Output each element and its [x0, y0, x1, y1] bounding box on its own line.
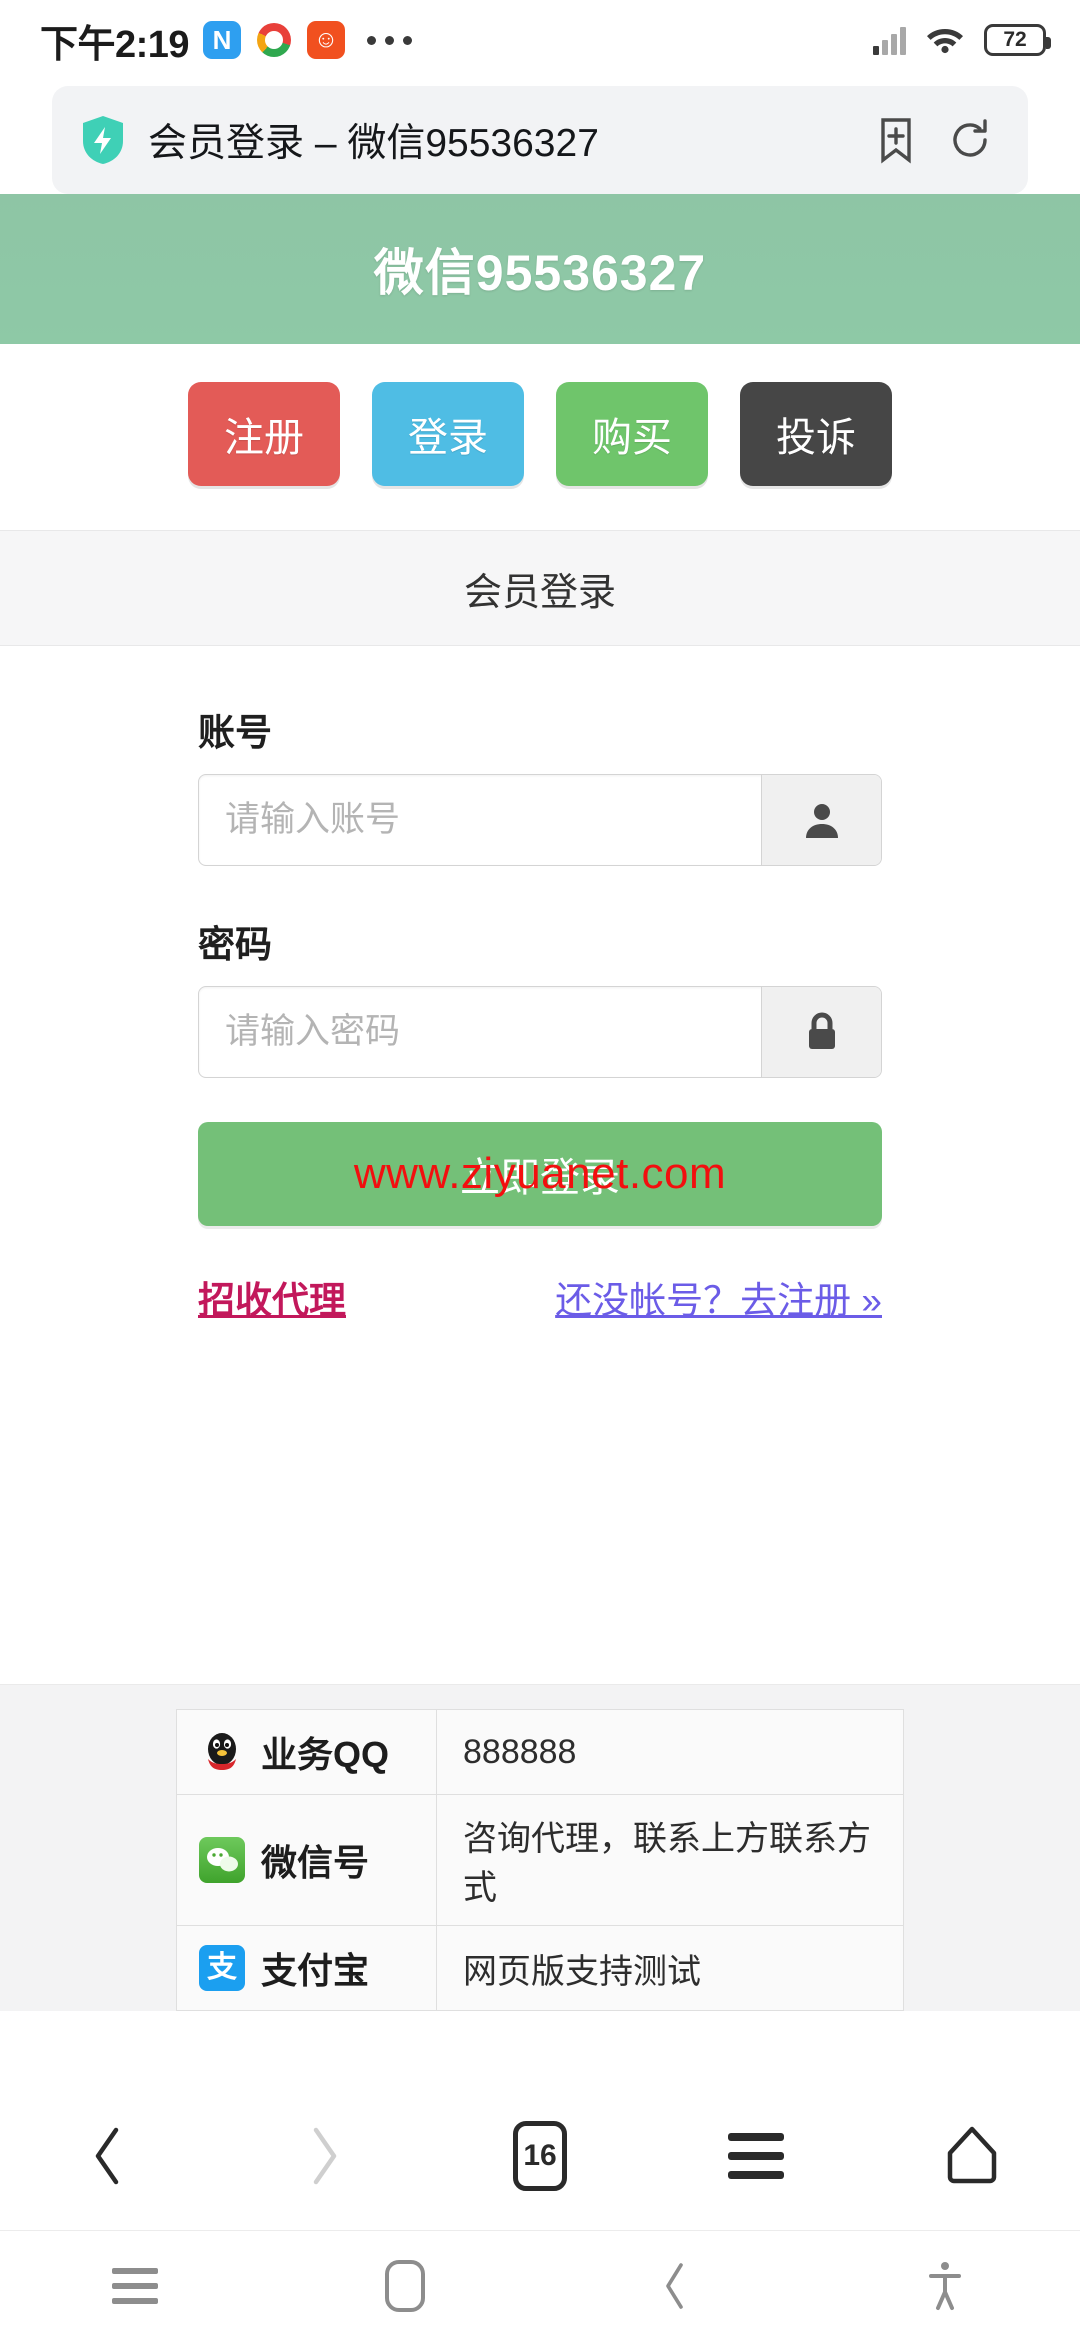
wifi-icon: [924, 22, 966, 59]
alipay-icon: 支: [199, 1945, 245, 1991]
nav-button-row: 注册 登录 购买 投诉: [0, 344, 1080, 530]
system-navigation-bar: [0, 2230, 1080, 2340]
password-label: 密码: [198, 924, 272, 965]
form-links: 招收代理 还没帐号？去注册 »: [198, 1270, 882, 1324]
contact-table: 业务QQ 888888 微信号 咨询代理，联系上方联系方式 支 支付宝 网页版支…: [176, 1709, 904, 2011]
password-input-group[interactable]: [198, 986, 882, 1078]
home-square-icon: [385, 2259, 425, 2312]
contact-value-cell: 888888: [436, 1709, 904, 1795]
table-row: 微信号 咨询代理，联系上方联系方式: [176, 1794, 904, 1926]
battery-icon: 72: [984, 24, 1051, 56]
browser-forward-button[interactable]: [249, 2101, 399, 2211]
browser-app-icon: [255, 21, 293, 59]
browser-tabs-button[interactable]: 16: [465, 2101, 615, 2211]
more-notifications-icon: [367, 35, 413, 45]
login-panel-title: 会员登录: [463, 571, 616, 614]
lock-icon: [761, 987, 881, 1077]
contact-key-cell: 业务QQ: [176, 1709, 437, 1795]
contact-key-label: 支付宝: [261, 1950, 370, 1991]
system-accessibility-button[interactable]: [860, 2241, 1030, 2331]
recents-icon: [112, 2267, 158, 2304]
site-header: 微信95536327: [0, 194, 1080, 344]
contact-key-cell: 微信号: [176, 1794, 437, 1926]
user-icon: [761, 775, 881, 865]
game-app-icon: [307, 21, 346, 59]
browser-address-bar[interactable]: 会员登录 – 微信95536327: [52, 86, 1028, 194]
status-bar: 下午2:19 72: [0, 0, 1080, 80]
browser-home-button[interactable]: [897, 2101, 1047, 2211]
contact-key-cell: 支 支付宝: [176, 1925, 437, 2011]
login-panel-header: 会员登录: [0, 530, 1080, 646]
contact-footer: 业务QQ 888888 微信号 咨询代理，联系上方联系方式 支 支付宝 网页版支…: [0, 1684, 1080, 2011]
contact-value-cell: 咨询代理，联系上方联系方式: [436, 1794, 904, 1926]
submit-area: 立即登录 www.ziyuanet.com: [198, 1122, 882, 1226]
table-row: 业务QQ 888888: [176, 1709, 904, 1795]
cellular-signal-icon: [873, 25, 906, 55]
status-bar-right: 72: [873, 22, 1051, 59]
status-bar-left: 下午2:19: [40, 13, 873, 68]
password-input[interactable]: [199, 987, 761, 1077]
qq-penguin-icon: [199, 1729, 245, 1775]
table-row: 支 支付宝 网页版支持测试: [176, 1925, 904, 2011]
nav-button-register[interactable]: 注册: [188, 382, 340, 486]
contact-key-label: 业务QQ: [261, 1734, 390, 1775]
wechat-icon: [199, 1837, 245, 1883]
status-bar-clock: 下午2:19: [40, 23, 190, 66]
browser-back-button[interactable]: [33, 2101, 183, 2211]
shield-lightning-icon: [80, 114, 126, 166]
refresh-icon[interactable]: [944, 114, 996, 166]
agent-recruit-link[interactable]: 招收代理: [198, 1270, 346, 1324]
browser-toolbar: 16: [0, 2080, 1080, 2230]
system-recents-button[interactable]: [50, 2241, 220, 2331]
note-app-icon: [203, 21, 242, 59]
login-form: 账号 密码 立即登录 www.ziyuanet.com: [0, 646, 1080, 1324]
account-input-group[interactable]: [198, 774, 882, 866]
site-header-title: 微信95536327: [373, 245, 707, 301]
login-submit-button[interactable]: 立即登录: [198, 1122, 882, 1226]
nav-button-complaint[interactable]: 投诉: [740, 382, 892, 486]
nav-button-buy[interactable]: 购买: [556, 382, 708, 486]
page-title: 会员登录 – 微信95536327: [148, 122, 599, 165]
account-input[interactable]: [199, 775, 761, 865]
goto-register-link[interactable]: 还没帐号？去注册 »: [555, 1270, 882, 1324]
contact-value-cell: 网页版支持测试: [436, 1925, 904, 2011]
menu-icon: [728, 2132, 784, 2179]
phone-screen: 下午2:19 72: [0, 0, 1080, 2340]
account-label: 账号: [198, 712, 272, 753]
tab-count-badge: 16: [513, 2120, 567, 2191]
content-spacer: [0, 1324, 1080, 1684]
nav-button-login[interactable]: 登录: [372, 382, 524, 486]
browser-menu-button[interactable]: [681, 2101, 831, 2211]
contact-key-label: 微信号: [261, 1842, 370, 1883]
system-back-button[interactable]: [590, 2241, 760, 2331]
battery-percent: 72: [1003, 28, 1027, 51]
system-home-button[interactable]: [320, 2241, 490, 2331]
bookmark-add-icon[interactable]: [870, 114, 922, 166]
